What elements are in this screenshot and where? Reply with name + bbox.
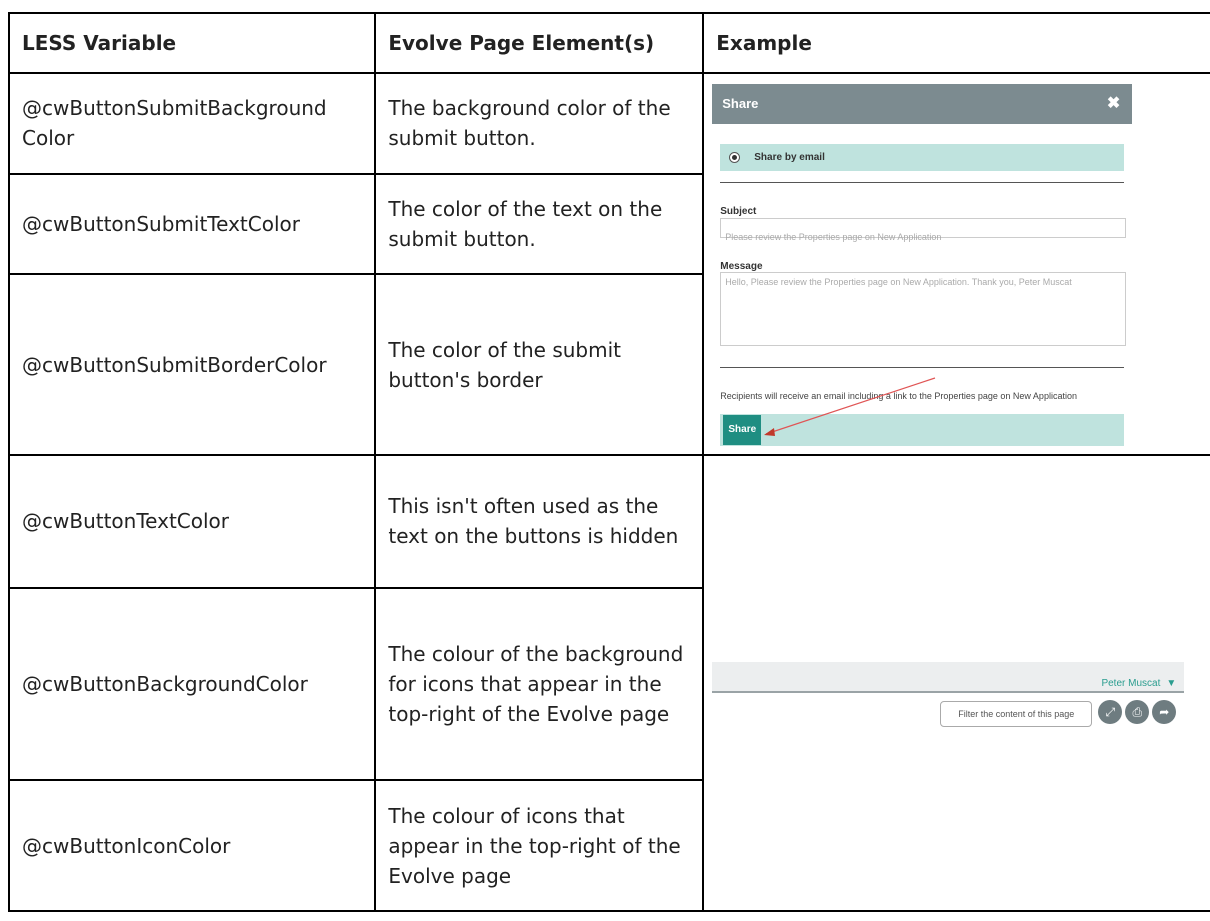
header-less-variable: LESS Variable [7, 12, 377, 74]
user-name: Peter Muscat [1101, 678, 1161, 689]
chevron-down-icon[interactable]: ▼ [1166, 669, 1176, 699]
variable-cell: @cwButtonSubmitBorderColor [7, 273, 377, 456]
variable-cell: @cwButtonBackgroundColor [7, 586, 377, 782]
divider [720, 182, 1125, 183]
share-dialog-screenshot: Share ✖ Share by email Subject Please re… [704, 74, 1184, 454]
variable-cell: @cwButtonTextColor [7, 454, 377, 589]
radio-icon[interactable] [729, 152, 741, 163]
share-by-email-option[interactable]: Share by email [720, 144, 1125, 171]
close-icon[interactable]: ✖ [1107, 89, 1120, 119]
share-example-cell: Share ✖ Share by email Subject Please re… [702, 72, 1210, 456]
table-row: @cwButtonSubmitBackground Color The back… [7, 72, 1210, 456]
table-header-row: LESS Variable Evolve Page Element(s) Exa… [7, 12, 1210, 74]
toolbar-example-cell: Peter Muscat ▼ Filter the content of thi… [702, 454, 1210, 912]
description-cell: The colour of the background for icons t… [374, 586, 705, 782]
message-field[interactable]: Hello, Please review the Properties page… [720, 272, 1127, 346]
less-variables-table: LESS Variable Evolve Page Element(s) Exa… [7, 12, 1210, 912]
variable-cell: @cwButtonSubmitBackground Color [7, 72, 377, 175]
print-icon[interactable]: ⎙ [1125, 700, 1150, 724]
filter-input[interactable]: Filter the content of this page [940, 701, 1093, 727]
share-icon[interactable]: ➦ [1152, 700, 1177, 724]
description-cell: The color of the text on the submit butt… [374, 172, 705, 276]
share-dialog-title: Share [722, 96, 759, 111]
share-dialog: Share ✖ Share by email Subject Please re… [712, 84, 1133, 446]
divider [720, 367, 1125, 368]
recipients-note: Recipients will receive an email includi… [720, 391, 1077, 401]
user-menu[interactable]: Peter Muscat ▼ [1101, 669, 1176, 699]
share-button[interactable]: Share [723, 415, 762, 445]
share-dialog-header: Share ✖ [712, 84, 1133, 124]
description-cell: This isn't often used as the text on the… [374, 454, 705, 589]
share-option-label: Share by email [754, 151, 825, 163]
user-bar: Peter Muscat ▼ [712, 662, 1185, 693]
description-cell: The background color of the submit butto… [374, 72, 705, 175]
variable-cell: @cwButtonIconColor [7, 779, 377, 912]
description-cell: The colour of icons that appear in the t… [374, 779, 705, 912]
toolbar-screenshot: Peter Muscat ▼ Filter the content of thi… [704, 456, 1185, 910]
share-button-bar: Share [720, 414, 1125, 446]
header-evolve-element: Evolve Page Element(s) [374, 12, 705, 74]
header-example: Example [702, 12, 1210, 74]
table-row: @cwButtonTextColor This isn't often used… [7, 454, 1210, 912]
description-cell: The color of the submit button's border [374, 273, 705, 456]
variable-cell: @cwButtonSubmitTextColor [7, 172, 377, 276]
expand-icon[interactable]: ⤢ [1098, 700, 1123, 724]
subject-field[interactable]: Please review the Properties page on New… [720, 218, 1127, 242]
